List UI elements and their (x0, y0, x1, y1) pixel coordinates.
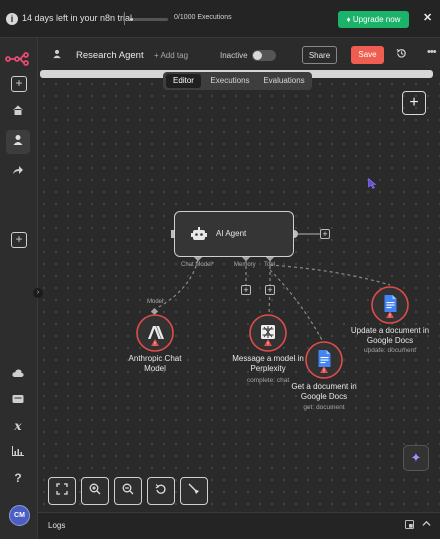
reset-zoom-icon[interactable] (147, 477, 175, 505)
tidy-up-icon[interactable] (180, 477, 208, 505)
collapse-sidebar-icon[interactable]: › (33, 288, 43, 298)
fit-view-icon[interactable] (48, 477, 76, 505)
google-docs-icon-2 (384, 295, 397, 312)
google-docs-icon-1 (318, 350, 331, 367)
ai-assistant-icon[interactable]: ✦ (403, 445, 429, 471)
zoom-in-icon[interactable] (81, 477, 109, 505)
perplexity-icon (261, 325, 275, 339)
zoom-out-icon[interactable] (114, 477, 142, 505)
cursor-icon (368, 178, 377, 189)
sub-nodes: !!!! (136, 286, 409, 379)
